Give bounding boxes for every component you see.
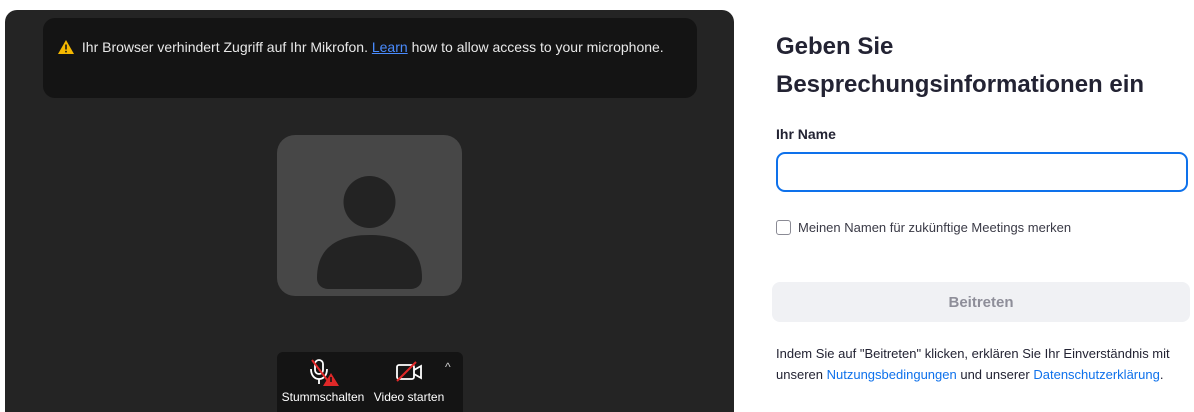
start-video-button[interactable]: Video starten — [369, 352, 449, 412]
remember-name-checkbox[interactable] — [776, 220, 791, 235]
learn-link[interactable]: Learn — [372, 39, 408, 55]
banner-text-before: Ihr Browser verhindert Zugriff auf Ihr M… — [81, 39, 368, 55]
video-options-chevron-up-icon[interactable]: ^ — [445, 360, 459, 374]
user-placeholder-icon — [317, 176, 422, 289]
video-off-icon — [396, 361, 422, 382]
video-preview-panel: Ihr Browser verhindert Zugriff auf Ihr M… — [5, 10, 734, 412]
privacy-policy-link[interactable]: Datenschutzerklärung — [1033, 367, 1159, 382]
mic-blocked-banner: Ihr Browser verhindert Zugriff auf Ihr M… — [43, 18, 697, 98]
title-line-2: Besprechungsinformationen ein — [776, 71, 1145, 98]
name-input[interactable] — [776, 152, 1188, 192]
title-line-1: Geben Sie — [776, 33, 894, 60]
remember-name-label: Meinen Namen für zukünftige Meetings mer… — [798, 220, 1072, 235]
terms-notice: Indem Sie auf "Beitreten" klicken, erklä… — [776, 343, 1194, 385]
microphone-muted-warning-icon — [310, 359, 339, 386]
mute-label: Stummschalten — [281, 390, 365, 404]
mute-button[interactable]: Stummschalten — [277, 352, 369, 412]
name-label: Ihr Name — [776, 126, 836, 142]
avatar-placeholder — [277, 135, 462, 296]
banner-text-after: how to allow access to your microphone. — [411, 39, 664, 55]
join-button[interactable]: Beitreten — [772, 282, 1190, 322]
video-label: Video starten — [373, 390, 445, 404]
warning-icon — [58, 40, 74, 54]
meeting-controls-bar: Stummschalten Video starten ^ — [277, 352, 463, 412]
terms-text-end: . — [1159, 367, 1164, 382]
page: Ihr Browser verhindert Zugriff auf Ihr M… — [0, 0, 1194, 412]
terms-text-middle: und unserer — [960, 367, 1030, 382]
terms-of-use-link[interactable]: Nutzungsbedingungen — [827, 367, 957, 382]
page-title: Geben Sie Besprechungsinformationen ein — [776, 28, 1176, 104]
remember-name-option[interactable]: Meinen Namen für zukünftige Meetings mer… — [776, 220, 1071, 235]
